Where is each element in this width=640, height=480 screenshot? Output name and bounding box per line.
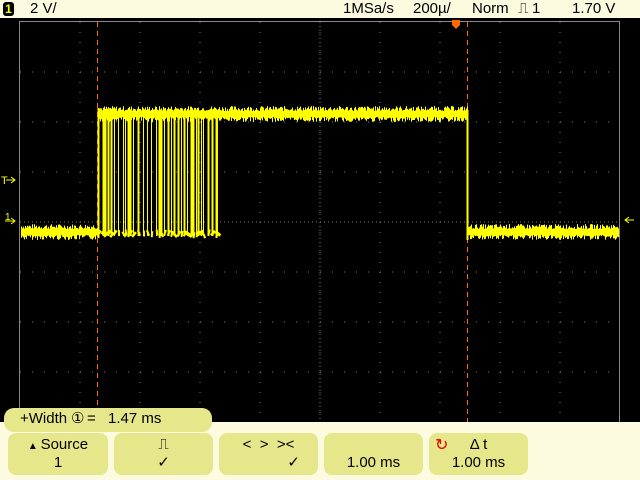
rising-pulse-icon: ⎍ — [518, 0, 529, 17]
trace-segment — [160, 231, 164, 238]
svg-text:T: T — [1, 175, 8, 187]
qualifier-softkey[interactable]: < > >< ✓ — [219, 433, 318, 475]
trace-segment — [207, 229, 211, 236]
trace-segment — [128, 229, 134, 237]
up-triangle-icon: ▲ — [27, 441, 41, 452]
trace-segment — [121, 231, 127, 238]
trigger-level[interactable]: 1.70 V — [572, 0, 615, 18]
measurement-value: 1.47 ms — [108, 410, 162, 427]
trace-segment — [112, 229, 118, 237]
source-softkey[interactable]: ▲ Source 1 — [8, 433, 108, 475]
trace-segment — [166, 229, 172, 237]
trace-segment — [184, 230, 192, 238]
trace-segment — [163, 229, 167, 236]
trigger-position-marker — [452, 20, 460, 29]
trigger-mode[interactable]: Norm — [472, 0, 509, 18]
trace-segment — [172, 231, 178, 239]
trace-segment — [136, 229, 142, 237]
polarity-softkey[interactable]: ⎍ ✓ — [114, 433, 213, 475]
qualifier-icons: < > >< — [242, 436, 295, 453]
check-icon: ✓ — [287, 454, 300, 471]
trigger-level-marker[interactable]: T — [1, 175, 16, 187]
softkey-value: 1.00 ms — [451, 454, 506, 471]
time-per-div[interactable]: 200µ/ — [413, 0, 451, 18]
trigger-arrow-right — [624, 216, 634, 224]
status-bar: 1 2 V/ 1MSa/s 200µ/ Norm ⎍ 1 1.70 V — [0, 0, 640, 18]
softkey-label: Δ t — [469, 436, 488, 453]
trace-segment — [209, 230, 217, 237]
channel-badge[interactable]: 1 — [3, 2, 14, 16]
trace-segment — [195, 230, 203, 237]
trace-segment — [131, 231, 137, 238]
trace-segment — [201, 232, 207, 239]
channel-ground-marker[interactable]: 1 — [5, 212, 16, 225]
sample-rate: 1MSa/s — [343, 0, 394, 17]
delta-t-softkey[interactable]: ↻ Δ t 1.00 ms — [429, 433, 528, 475]
graticule — [19, 21, 620, 422]
softkey-label: Source — [40, 436, 89, 453]
check-icon: ✓ — [157, 454, 170, 471]
measurement-readout: +Width ① = 1.47 ms — [4, 408, 212, 432]
waveform-display[interactable]: T 1 — [0, 18, 640, 422]
softkey-value: 1.00 ms — [346, 454, 401, 471]
trigger-source: 1 — [532, 0, 541, 17]
softkey-value: 1 — [53, 454, 63, 471]
pulse-icon: ⎍ — [158, 436, 169, 453]
measurement-label: +Width — [20, 410, 68, 427]
time-softkey[interactable]: 1.00 ms — [324, 433, 423, 475]
measurement-eq: = — [87, 410, 96, 427]
measurement-source: ① — [71, 410, 85, 427]
trace-segment — [176, 230, 182, 237]
trace-segment — [106, 229, 112, 236]
trace-segment — [145, 229, 151, 237]
volts-per-div[interactable]: 2 V/ — [30, 0, 57, 18]
